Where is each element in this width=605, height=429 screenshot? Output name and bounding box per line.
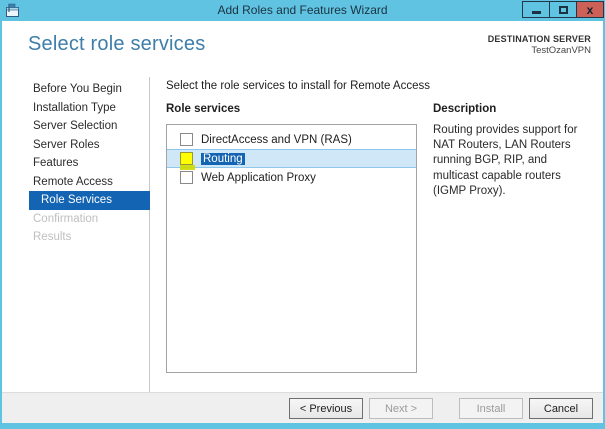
role-service-label-directaccess: DirectAccess and VPN (RAS) bbox=[201, 133, 352, 146]
role-service-row-routing[interactable]: Routing bbox=[167, 149, 416, 170]
wizard-window: Add Roles and Features Wizard x Select r… bbox=[0, 0, 605, 429]
close-button[interactable]: x bbox=[576, 1, 604, 18]
window-title: Add Roles and Features Wizard bbox=[217, 3, 388, 17]
sidebar-item-server-roles[interactable]: Server Roles bbox=[2, 136, 149, 155]
wizard-footer: < Previous Next > Install Cancel bbox=[2, 392, 603, 423]
checkbox-routing-highlighted[interactable] bbox=[180, 152, 195, 170]
minimize-icon bbox=[531, 11, 541, 14]
sidebar-item-before-you-begin[interactable]: Before You Begin bbox=[2, 80, 149, 99]
sidebar-item-installation-type[interactable]: Installation Type bbox=[2, 99, 149, 118]
checkbox-web-application-proxy[interactable] bbox=[180, 171, 193, 184]
destination-server-label: DESTINATION SERVER bbox=[487, 34, 591, 44]
sidebar-item-confirmation: Confirmation bbox=[33, 212, 99, 225]
role-service-row-directaccess[interactable]: DirectAccess and VPN (RAS) bbox=[167, 130, 416, 149]
sidebar-item-server-selection[interactable]: Server Selection bbox=[2, 117, 149, 136]
destination-server-name: TestOzanVPN bbox=[531, 45, 591, 56]
sidebar-item-features[interactable]: Features bbox=[2, 154, 149, 173]
role-services-label: Role services bbox=[166, 103, 241, 115]
wizard-client-area: Select role services DESTINATION SERVER … bbox=[2, 21, 603, 423]
maximize-icon bbox=[558, 5, 568, 14]
checkbox-directaccess-vpn[interactable] bbox=[180, 133, 193, 146]
titlebar: Add Roles and Features Wizard x bbox=[0, 0, 605, 21]
wizard-steps-sidebar: Before You Begin Installation Type Serve… bbox=[2, 77, 150, 392]
maximize-button[interactable] bbox=[549, 1, 577, 18]
sidebar-item-remote-access[interactable]: Remote Access bbox=[2, 173, 149, 192]
description-label: Description bbox=[433, 103, 497, 115]
page-title: Select role services bbox=[28, 33, 206, 55]
description-text: Routing provides support for NAT Routers… bbox=[433, 124, 578, 197]
next-button[interactable]: Next > bbox=[369, 398, 433, 419]
close-icon: x bbox=[586, 2, 594, 17]
role-service-label-routing: Routing bbox=[201, 152, 245, 165]
sidebar-item-results: Results bbox=[33, 231, 72, 243]
destination-server-block: DESTINATION SERVER TestOzanVPN bbox=[488, 34, 591, 56]
role-service-row-web-application-proxy[interactable]: Web Application Proxy bbox=[167, 168, 416, 187]
footer-button-row: < Previous Next > Install Cancel bbox=[289, 398, 593, 419]
cancel-button[interactable]: Cancel bbox=[529, 398, 593, 419]
minimize-button[interactable] bbox=[522, 1, 550, 18]
role-services-listbox[interactable]: DirectAccess and VPN (RAS) Routing Web A… bbox=[166, 124, 417, 373]
sidebar-item-role-services[interactable]: Role Services bbox=[29, 191, 150, 210]
instruction-text: Select the role services to install for … bbox=[166, 80, 430, 92]
install-button[interactable]: Install bbox=[459, 398, 523, 419]
role-service-label-web-application-proxy: Web Application Proxy bbox=[201, 171, 316, 184]
previous-button[interactable]: < Previous bbox=[289, 398, 363, 419]
